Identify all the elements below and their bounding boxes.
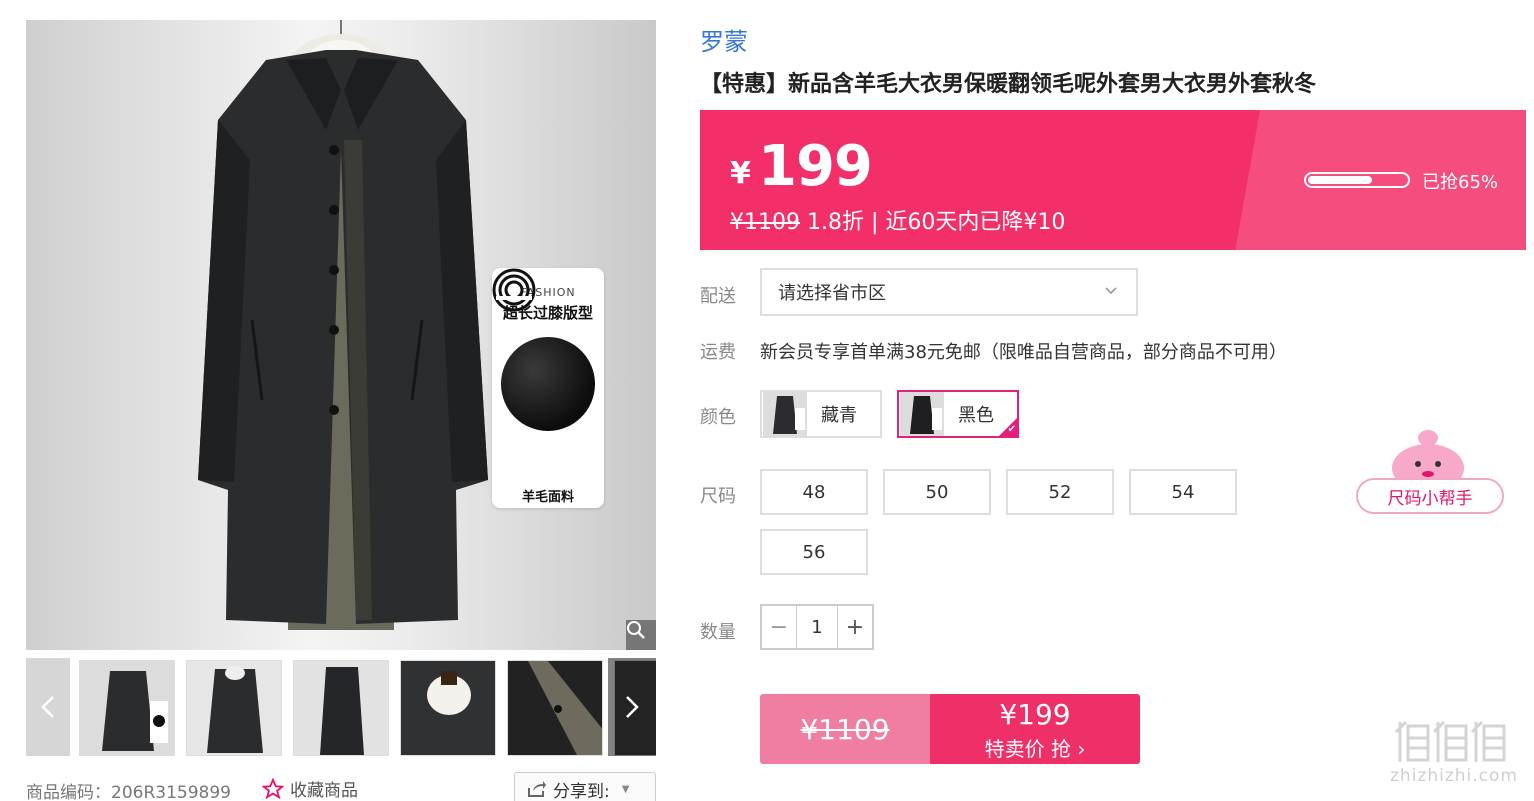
quantity-label: 数量 (700, 622, 736, 643)
thumb-next-button[interactable] (608, 658, 656, 756)
size-label: 尺码 (700, 486, 736, 507)
size-option[interactable]: 48 (760, 469, 868, 515)
wool-icon (492, 268, 570, 485)
size-helper-label: 尺码小帮手 (1356, 478, 1504, 514)
sold-progress-fill (1308, 176, 1372, 184)
color-thumbnail (900, 392, 944, 436)
buy-price: ¥199 (999, 698, 1071, 731)
share-label: 分享到: (553, 781, 610, 801)
watermark-logo (1384, 718, 1524, 764)
brand-link[interactable]: 罗蒙 (700, 22, 748, 57)
watermark: zhizhizhi.com (1384, 718, 1524, 798)
size-helper[interactable]: 尺码小帮手 (1356, 430, 1506, 518)
star-icon (262, 777, 284, 799)
color-option-black[interactable]: 黑色 ✔ (897, 390, 1019, 438)
size-option[interactable]: 50 (883, 469, 991, 515)
feature-card-wool: 羊毛面料 (521, 490, 574, 505)
price-banner: ¥ 199 ¥1109 1.8折 | 近60天内已降¥10 已抢65% (700, 110, 1526, 250)
magnifier-icon (627, 621, 645, 639)
favorite-label: 收藏商品 (290, 781, 358, 801)
price-sub: ¥1109 1.8折 | 近60天内已降¥10 (730, 204, 1065, 236)
color-option-label: 黑色 (958, 405, 994, 426)
thumbnail[interactable] (293, 660, 389, 756)
quantity-plus-button[interactable]: + (838, 606, 872, 648)
caret-down-icon: ▼ (621, 783, 630, 795)
region-select-value: 请选择省市区 (778, 283, 886, 304)
chevron-down-icon (1105, 287, 1117, 295)
feature-card: FASHION 超长过膝版型 羊毛面料 (492, 268, 604, 508)
quantity-minus-button[interactable]: − (762, 606, 796, 648)
share-icon (528, 781, 546, 797)
sold-progress-label: 已抢65% (1422, 172, 1499, 193)
buy-button[interactable]: ¥1109 ¥199 特卖价 抢 › (760, 694, 1140, 764)
color-option-label: 藏青 (821, 405, 857, 426)
main-product-image[interactable]: FASHION 超长过膝版型 羊毛面料 (26, 20, 656, 650)
currency-symbol: ¥ (730, 156, 751, 191)
thumb-prev-button[interactable] (26, 658, 70, 756)
product-code: 商品编码：206R3159899 (26, 783, 231, 801)
quantity-stepper: − 1 + (760, 604, 874, 650)
chevron-left-icon (41, 696, 54, 718)
thumbnail[interactable] (400, 660, 496, 756)
product-meta-row: 商品编码：206R3159899 收藏商品 分享到: ▼ (26, 770, 656, 801)
discount-info: 1.8折 | 近60天内已降¥10 (800, 210, 1066, 235)
sold-progress-bar (1304, 172, 1410, 188)
color-option-navy[interactable]: 藏青 (760, 390, 882, 438)
buy-original-price: ¥1109 (760, 694, 930, 764)
size-option[interactable]: 52 (1006, 469, 1114, 515)
buy-action-label: 特卖价 抢 › (984, 737, 1086, 761)
color-label: 颜色 (700, 407, 736, 428)
favorite-button[interactable]: 收藏商品 (262, 776, 358, 801)
product-title: 【特惠】新品含羊毛大衣男保暖翻领毛呢外套男大衣男外套秋冬 (700, 72, 1317, 97)
original-price: ¥1109 (730, 210, 800, 235)
thumbnail[interactable] (507, 660, 603, 756)
current-price: 199 (758, 134, 873, 199)
quantity-input[interactable]: 1 (796, 606, 838, 648)
region-select[interactable]: 请选择省市区 (760, 268, 1138, 316)
freight-label: 运费 (700, 342, 736, 363)
chevron-right-icon (626, 696, 639, 718)
color-thumbnail (763, 392, 807, 436)
delivery-label: 配送 (700, 286, 736, 307)
buy-action: ¥199 特卖价 抢 › (930, 694, 1140, 764)
size-option[interactable]: 54 (1129, 469, 1237, 515)
thumbnail[interactable] (79, 660, 175, 756)
thumbnail-strip (26, 658, 656, 756)
share-button[interactable]: 分享到: ▼ (514, 772, 656, 801)
zoom-button[interactable] (626, 620, 656, 650)
freight-text: 新会员专享首单满38元免邮（限唯品自营商品，部分商品不可用） (760, 342, 1287, 363)
size-option[interactable]: 56 (760, 529, 868, 575)
check-icon: ✔ (1007, 424, 1016, 435)
fabric-swatch (501, 337, 595, 431)
thumbnail[interactable] (186, 660, 282, 756)
watermark-text: zhizhizhi.com (1390, 766, 1518, 786)
